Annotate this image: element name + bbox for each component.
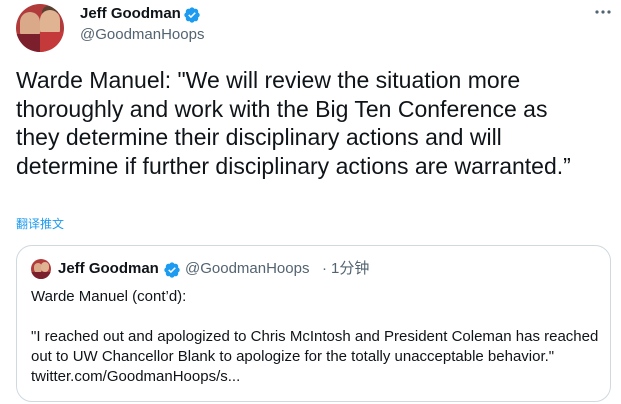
quoted-tweet-text: Warde Manuel (cont’d): "I reached out an…: [31, 288, 599, 385]
verified-badge-icon: [164, 262, 180, 278]
quoted-timestamp[interactable]: 1分钟: [331, 259, 369, 279]
avatar-shirt-left: [16, 34, 42, 52]
quoted-tweet[interactable]: Jeff Goodman @GoodmanHoops · 1分钟 Warde M…: [16, 245, 611, 402]
author-display-name[interactable]: Jeff Goodman: [80, 4, 181, 24]
avatar[interactable]: [16, 4, 64, 52]
quoted-avatar-person-right: [41, 262, 49, 272]
verified-badge-icon: [184, 7, 200, 23]
quoted-author-handle: @GoodmanHoops: [185, 260, 310, 277]
more-dots-icon: [595, 10, 611, 14]
quoted-author-display-name: Jeff Goodman: [58, 260, 159, 277]
quoted-avatar-shirt: [31, 272, 51, 279]
avatar-shirt-right: [40, 32, 64, 52]
meta-separator: ·: [322, 260, 327, 277]
quoted-avatar[interactable]: [31, 259, 51, 279]
more-options-icon[interactable]: [593, 4, 613, 20]
tweet-text: Warde Manuel: "We will review the situat…: [16, 67, 571, 179]
author-handle[interactable]: @GoodmanHoops: [80, 25, 204, 45]
translate-tweet-link[interactable]: 翻译推文: [16, 216, 64, 232]
